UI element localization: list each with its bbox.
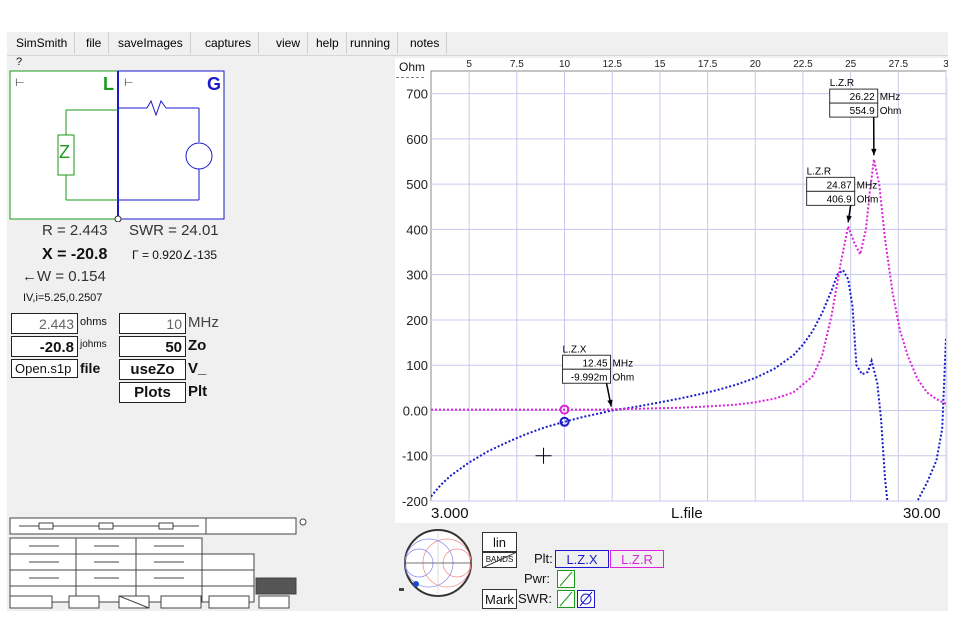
x-axis-label: L.file xyxy=(671,505,703,522)
mark-button[interactable]: Mark xyxy=(482,589,517,609)
y-tick-label: -100 xyxy=(402,449,428,464)
circuit-schematic: ⊢ ⊢ xyxy=(9,70,225,222)
x-top-tick-label: 3 xyxy=(943,59,948,70)
menu-file[interactable]: file xyxy=(79,32,110,54)
marker-value-unit: Ohm xyxy=(857,194,879,205)
frequency-input[interactable]: 10 xyxy=(119,313,186,334)
swr-toggle-green[interactable] xyxy=(557,590,575,608)
x-max-label: 30.00 xyxy=(903,505,941,522)
swr-toggle-blue[interactable] xyxy=(577,590,595,608)
swr-blue-slash-icon xyxy=(579,591,593,607)
marker-value-unit: Ohm xyxy=(613,372,635,383)
y-tick-label: 200 xyxy=(406,313,428,328)
menu-captures[interactable]: captures xyxy=(198,32,260,54)
svg-text:⊢: ⊢ xyxy=(15,77,25,89)
plt-label: Plt xyxy=(188,383,208,400)
y-tick-label: 0.00 xyxy=(403,403,428,418)
zo-input[interactable]: 50 xyxy=(119,336,186,357)
pwr-label: Pwr: xyxy=(524,571,550,586)
pwr-slash-icon xyxy=(559,571,573,587)
gamma-readout: Γ = 0.920∠-135 xyxy=(132,248,218,262)
marker-freq-unit: MHz xyxy=(880,92,901,103)
reactance-input[interactable]: -20.8 xyxy=(11,336,78,357)
plt-legend-label: Plt: xyxy=(534,551,553,566)
marker-value: 554.9 xyxy=(850,106,875,117)
menu-view[interactable]: view xyxy=(269,32,309,54)
menu-running[interactable]: running xyxy=(343,32,399,54)
y-tick-label: 100 xyxy=(406,358,428,373)
impedance-component-label[interactable]: Z xyxy=(59,142,70,163)
marker-name: L.Z.R xyxy=(830,78,854,89)
vi-readout: ΙV,i=5.25,0.2507 xyxy=(23,292,103,304)
load-label: L xyxy=(103,74,114,94)
lin-button[interactable]: lin xyxy=(482,532,517,552)
swr-readout: SWR = 24.01 xyxy=(129,222,219,239)
marker-freq: 26.22 xyxy=(850,92,875,103)
reactance-readout: X = -20.8 xyxy=(42,246,108,263)
menu-simsmith[interactable]: SimSmith xyxy=(9,32,76,54)
swr-green-slash-icon xyxy=(559,591,573,607)
plots-button[interactable]: Plots xyxy=(119,382,186,403)
smith-chart-thumbnail[interactable] xyxy=(399,528,477,600)
marker-name: L.Z.X xyxy=(563,344,587,355)
marker-value: 406.9 xyxy=(827,194,852,205)
marker-freq: 12.45 xyxy=(582,358,607,369)
marker-freq-unit: MHz xyxy=(613,358,634,369)
x-top-tick-label: 7.5 xyxy=(510,59,524,70)
menu-saveimages[interactable]: saveImages xyxy=(111,32,191,54)
y-tick-label: 700 xyxy=(406,87,428,102)
svg-text:⊢: ⊢ xyxy=(124,77,134,89)
marker-freq-unit: MHz xyxy=(857,180,878,191)
y-tick-label: 600 xyxy=(406,132,428,147)
x-top-tick-label: 27.5 xyxy=(889,59,909,70)
x-top-tick-label: 15 xyxy=(654,59,666,70)
marker-name: L.Z.R xyxy=(807,166,831,177)
y-tick-label: 400 xyxy=(406,222,428,237)
y-tick-label: -200 xyxy=(402,494,428,509)
legend-lzr[interactable]: L.Z.R xyxy=(610,550,664,568)
x-top-tick-label: 5 xyxy=(466,59,472,70)
x-top-tick-label: 10 xyxy=(559,59,571,70)
generator-label: G xyxy=(207,74,222,94)
resistance-input[interactable]: 2.443 xyxy=(11,313,78,334)
swr-label: SWR: xyxy=(518,591,552,606)
legend-lzx[interactable]: L.Z.X xyxy=(555,550,609,568)
frequency-unit: MHz xyxy=(188,314,219,331)
x-top-tick-label: 25 xyxy=(845,59,857,70)
file-input[interactable]: Open.s1p xyxy=(11,359,78,378)
marker-freq: 24.87 xyxy=(827,180,852,191)
resistance-unit: ohms xyxy=(80,316,107,328)
usezo-button[interactable]: useZo xyxy=(119,359,186,380)
marker-value: -9.992m xyxy=(571,372,608,383)
reactance-unit: johms xyxy=(80,339,107,350)
x-top-tick-label: 22.5 xyxy=(793,59,813,70)
zo-label: Zo xyxy=(188,337,207,354)
help-mark[interactable]: ? xyxy=(16,56,22,68)
x-top-tick-label: 12.5 xyxy=(602,59,622,70)
impedance-chart[interactable]: 700 600 500 400 300 200 100 0.00 -100 -200 5 7.5 10 1… xyxy=(395,58,948,523)
file-label: file xyxy=(80,360,101,376)
marker-value-unit: Ohm xyxy=(880,106,902,117)
x-min-label: 3.000 xyxy=(431,505,469,522)
pwr-toggle[interactable] xyxy=(557,570,575,588)
v-label: V_ xyxy=(188,360,207,377)
menu-bar: SimSmith file saveImages captures view h… xyxy=(7,32,948,56)
component-palette[interactable] xyxy=(9,516,311,610)
plot-frame xyxy=(430,70,947,502)
y-tick-label: 500 xyxy=(406,177,428,192)
menu-help[interactable]: help xyxy=(309,32,347,54)
bands-slash-icon xyxy=(482,552,517,568)
y-tick-label: 300 xyxy=(406,268,428,283)
resistance-readout: R = 2.443 xyxy=(42,222,108,239)
menu-notes[interactable]: notes xyxy=(403,32,448,54)
x-top-tick-label: 17.5 xyxy=(698,59,718,70)
x-top-tick-label: 20 xyxy=(750,59,762,70)
wavelength-readout: ←W = 0.154 xyxy=(22,268,106,285)
